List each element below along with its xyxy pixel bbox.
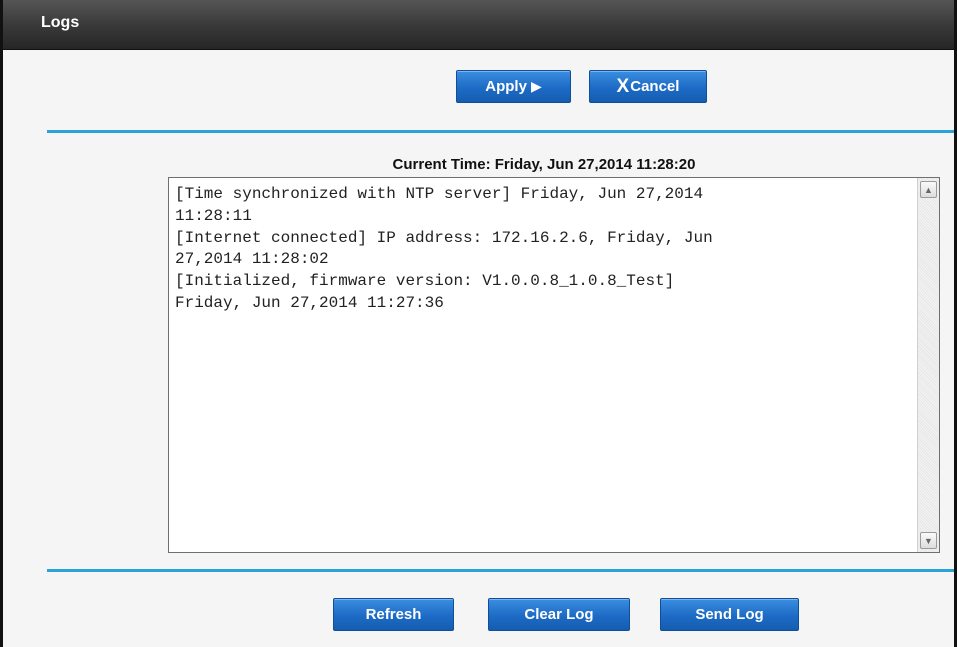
x-icon: X	[616, 75, 630, 97]
page-title: Logs	[41, 14, 80, 31]
cancel-button[interactable]: X Cancel	[589, 70, 707, 103]
log-text: [Time synchronized with NTP server] Frid…	[175, 185, 713, 312]
send-log-label: Send Log	[695, 606, 764, 623]
divider-bottom	[47, 569, 954, 572]
play-arrow-icon: ▶	[530, 78, 542, 94]
divider-top	[47, 130, 954, 133]
apply-button[interactable]: Apply ▶	[456, 70, 571, 103]
refresh-button[interactable]: Refresh	[333, 598, 454, 631]
scroll-down-icon[interactable]: ▼	[920, 532, 937, 549]
clear-log-label: Clear Log	[524, 606, 594, 623]
page-header: Logs	[3, 0, 954, 50]
window-frame: Logs Apply ▶ X Cancel Current Time: Frid…	[0, 0, 957, 647]
log-textarea[interactable]: [Time synchronized with NTP server] Frid…	[168, 177, 940, 553]
apply-label: Apply	[485, 78, 527, 95]
send-log-button[interactable]: Send Log	[660, 598, 799, 631]
current-time: Current Time: Friday, Jun 27,2014 11:28:…	[392, 156, 696, 173]
log-scrollbar[interactable]: ▲ ▼	[917, 178, 939, 552]
cancel-label: Cancel	[630, 78, 680, 95]
refresh-label: Refresh	[365, 606, 422, 623]
scroll-up-icon[interactable]: ▲	[920, 181, 937, 198]
clear-log-button[interactable]: Clear Log	[488, 598, 630, 631]
